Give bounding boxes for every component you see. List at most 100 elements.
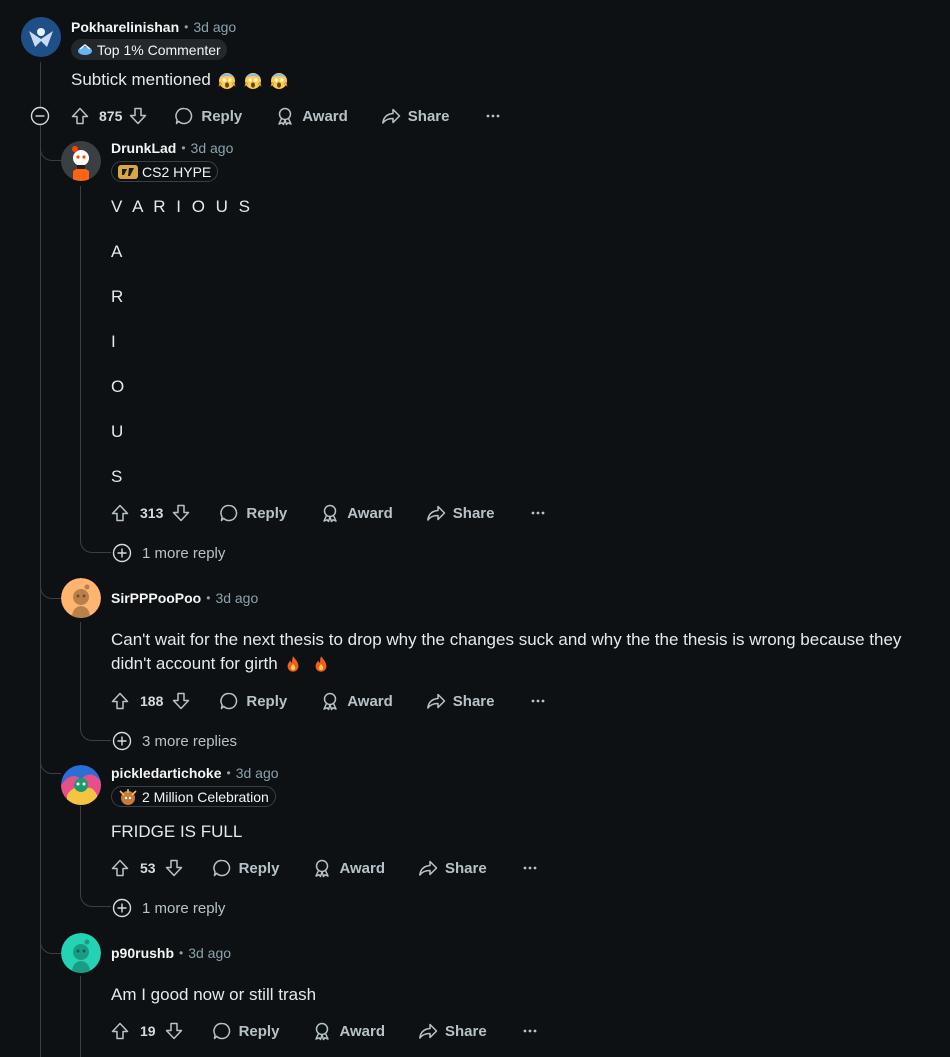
overflow-icon[interactable] xyxy=(483,106,503,126)
vote-count: 875 xyxy=(99,108,123,124)
fire-emoji xyxy=(284,655,302,673)
share-button[interactable]: Share xyxy=(381,106,450,126)
more-replies-label: 1 more reply xyxy=(142,544,226,562)
avatar[interactable] xyxy=(61,765,101,805)
username[interactable]: Pokharelinishan xyxy=(71,19,179,35)
comment-body: Am I good now or still trash xyxy=(111,983,316,1007)
upvote-icon[interactable] xyxy=(110,503,130,523)
timestamp[interactable]: 3d ago xyxy=(236,765,279,781)
vote-count: 188 xyxy=(140,693,164,709)
share-button[interactable]: Share xyxy=(426,503,495,523)
avatar[interactable] xyxy=(61,141,101,181)
more-replies-button[interactable]: 3 more replies xyxy=(112,731,237,751)
reply-label: Reply xyxy=(246,504,288,522)
more-replies-button[interactable]: 1 more reply xyxy=(112,543,225,563)
share-label: Share xyxy=(445,1022,487,1040)
comment-body: V A R I O U S A R I O U S xyxy=(111,195,253,489)
upvote-icon[interactable] xyxy=(110,1021,130,1041)
avatar[interactable] xyxy=(21,17,61,57)
award-button[interactable]: Award xyxy=(312,858,385,878)
timestamp[interactable]: 3d ago xyxy=(215,590,258,606)
thread-line-pickledartichoke[interactable] xyxy=(80,806,81,890)
more-replies-button[interactable]: 1 more reply xyxy=(112,898,225,918)
reply-label: Reply xyxy=(238,1022,280,1040)
comment-actions: 188 Reply Award Share xyxy=(110,685,548,717)
reply-button[interactable]: Reply xyxy=(219,503,287,523)
comment-meta: Pokharelinishan • 3d ago xyxy=(71,19,236,35)
award-button[interactable]: Award xyxy=(320,503,393,523)
thread-line-p90rushb[interactable] xyxy=(80,976,81,1057)
upvote-icon[interactable] xyxy=(70,106,90,126)
user-flair: CS2 HYPE xyxy=(111,161,219,182)
award-button[interactable]: Award xyxy=(320,691,393,711)
flair-icon xyxy=(118,164,138,179)
reply-button[interactable]: Reply xyxy=(212,858,279,878)
share-label: Share xyxy=(452,692,495,710)
share-label: Share xyxy=(452,504,495,522)
expand-icon xyxy=(112,543,132,563)
share-icon xyxy=(426,503,446,523)
username[interactable]: SirPPPooPoo xyxy=(111,590,201,606)
comment-line: O xyxy=(111,377,125,396)
award-button[interactable]: Award xyxy=(275,106,348,126)
award-label: Award xyxy=(339,1022,386,1040)
thread-elbow xyxy=(40,560,61,599)
comment-line: U xyxy=(111,422,124,441)
timestamp[interactable]: 3d ago xyxy=(188,945,231,961)
share-icon xyxy=(418,858,438,878)
overflow-icon[interactable] xyxy=(528,691,548,711)
reply-button[interactable]: Reply xyxy=(219,691,287,711)
share-button[interactable]: Share xyxy=(418,858,487,878)
downvote-icon[interactable] xyxy=(164,858,184,878)
award-icon xyxy=(320,503,340,523)
reply-label: Reply xyxy=(246,692,288,710)
fire-emoji xyxy=(312,655,330,673)
comment-line: A xyxy=(111,242,123,261)
award-icon xyxy=(312,858,332,878)
username[interactable]: p90rushb xyxy=(111,945,174,961)
timestamp[interactable]: 3d ago xyxy=(191,140,234,156)
award-icon xyxy=(275,106,295,126)
share-button[interactable]: Share xyxy=(418,1021,487,1041)
collapse-button[interactable] xyxy=(30,106,50,126)
upvote-icon[interactable] xyxy=(110,858,130,878)
comment-line-2: didn't account for girth xyxy=(111,652,941,676)
vote-count: 53 xyxy=(140,860,156,876)
overflow-icon[interactable] xyxy=(520,858,540,878)
timestamp[interactable]: 3d ago xyxy=(193,19,236,35)
share-button[interactable]: Share xyxy=(426,691,495,711)
share-icon xyxy=(381,106,401,126)
scream-emoji xyxy=(217,70,237,90)
comment-line: R xyxy=(111,287,124,306)
thread-elbow xyxy=(40,128,61,161)
username[interactable]: DrunkLad xyxy=(111,140,176,156)
award-button[interactable]: Award xyxy=(312,1021,385,1041)
comment-meta: SirPPPooPoo • 3d ago xyxy=(111,590,258,606)
reply-icon xyxy=(219,691,239,711)
upvote-icon[interactable] xyxy=(110,691,130,711)
thread-elbow xyxy=(40,720,61,774)
comment-actions: 19 Reply Award Share xyxy=(110,1015,540,1047)
avatar[interactable] xyxy=(61,578,101,618)
downvote-icon[interactable] xyxy=(171,691,191,711)
user-flair: Top 1% Commenter xyxy=(71,39,227,60)
comment-actions: 53 Reply Award Share xyxy=(110,852,540,884)
downvote-icon[interactable] xyxy=(128,106,148,126)
comment-meta: pickledartichoke • 3d ago xyxy=(111,765,279,781)
reply-button[interactable]: Reply xyxy=(174,106,242,126)
overflow-icon[interactable] xyxy=(520,1021,540,1041)
scream-emoji xyxy=(243,70,263,90)
award-label: Award xyxy=(347,692,393,710)
avatar[interactable] xyxy=(61,933,101,973)
comment-line: S xyxy=(111,467,123,486)
comment-text: FRIDGE IS FULL xyxy=(111,822,243,841)
thread-elbow xyxy=(40,890,61,954)
username[interactable]: pickledartichoke xyxy=(111,765,222,781)
reply-button[interactable]: Reply xyxy=(212,1021,280,1041)
overflow-icon[interactable] xyxy=(528,503,548,523)
thread-line-sirpppoopoo[interactable] xyxy=(80,622,81,722)
flair-text: 2 Million Celebration xyxy=(142,788,269,805)
downvote-icon[interactable] xyxy=(164,1021,184,1041)
thread-line-drunklad[interactable] xyxy=(80,186,81,534)
downvote-icon[interactable] xyxy=(171,503,191,523)
